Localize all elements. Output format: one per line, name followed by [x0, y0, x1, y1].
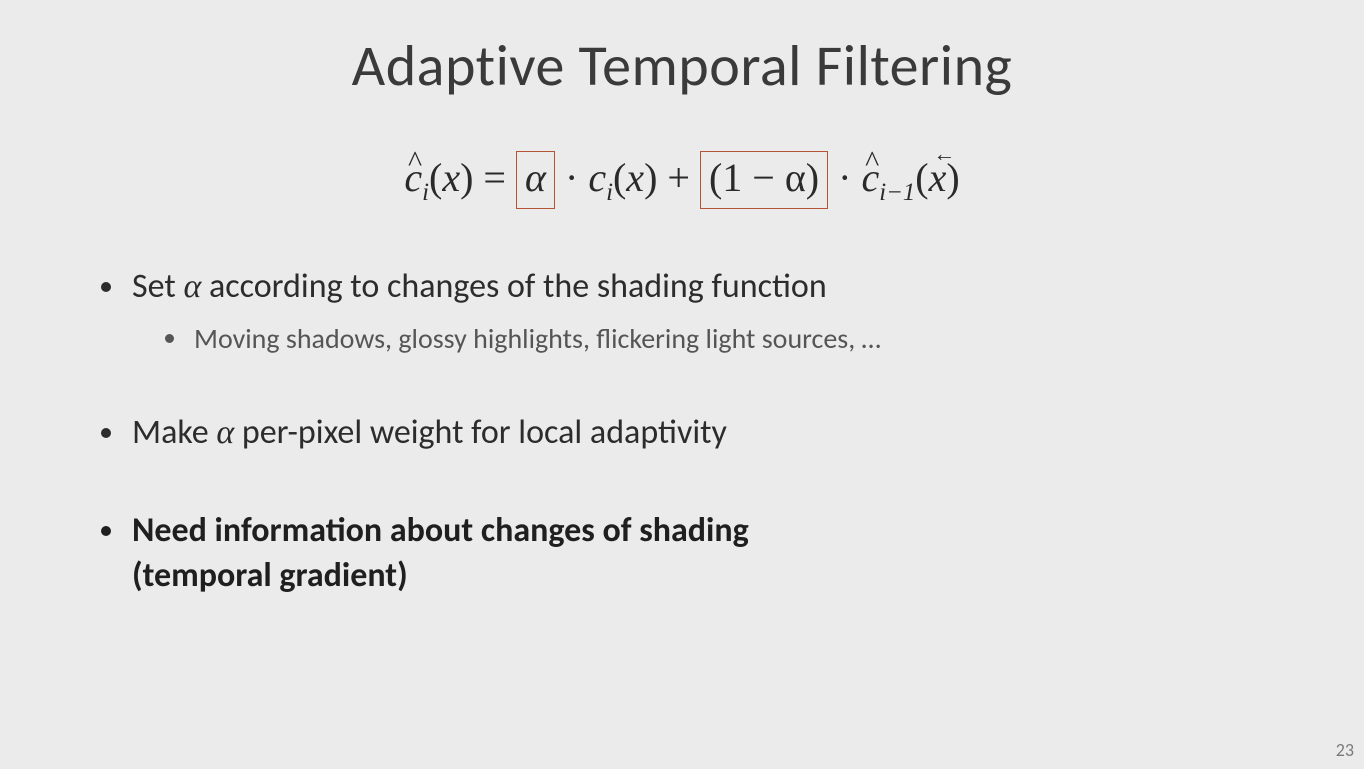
- bullet-2-post: per-pixel weight for local adaptivity: [234, 412, 727, 453]
- eq-equals: =: [483, 155, 516, 200]
- eq-plus: +: [667, 155, 700, 200]
- eq-c2-open: (: [915, 155, 928, 200]
- eq-one-minus-alpha: (1 − α): [709, 155, 819, 200]
- eq-c2-x: x: [929, 155, 947, 200]
- bullet-1: Set α according to changes of the shadin…: [128, 264, 1264, 358]
- eq-c1-x: x: [626, 155, 644, 200]
- eq-lhs-c: c: [404, 155, 422, 200]
- eq-lhs-close: ): [460, 155, 473, 200]
- equation: ci(x) = α · ci(x) + (1 − α) · ci−1(x): [100, 151, 1264, 209]
- slide-title: Adaptive Temporal Filtering: [100, 30, 1264, 101]
- eq-c1-close: ): [644, 155, 657, 200]
- eq-lhs-sub: i: [422, 179, 429, 206]
- bullet-1-sublist: Moving shadows, glossy highlights, flick…: [132, 320, 1264, 358]
- eq-alpha: α: [525, 155, 546, 200]
- bullet-list: Set α according to changes of the shadin…: [100, 264, 1264, 599]
- bullet-2-pre: Make: [132, 412, 216, 453]
- bullet-1-post: according to changes of the shading func…: [201, 266, 826, 307]
- eq-c2: c: [861, 155, 879, 200]
- eq-c2-sub: i−1: [879, 179, 915, 206]
- eq-c1-open: (: [613, 155, 626, 200]
- bullet-2: Make α per-pixel weight for local adapti…: [128, 410, 1264, 456]
- eq-c1-sub: i: [606, 179, 613, 206]
- bullet-3-line1: Need information about changes of shadin…: [132, 510, 749, 551]
- bullet-1-pre: Set: [132, 266, 183, 307]
- eq-one-minus-alpha-box: (1 − α): [700, 151, 828, 209]
- eq-lhs-x: x: [442, 155, 460, 200]
- bullet-2-alpha: α: [216, 414, 234, 451]
- bullet-3: Need information about changes of shadin…: [128, 508, 1264, 600]
- slide: Adaptive Temporal Filtering ci(x) = α · …: [0, 0, 1364, 769]
- eq-lhs-open: (: [429, 155, 442, 200]
- eq-dot1: ·: [565, 155, 588, 200]
- eq-dot2: ·: [838, 155, 861, 200]
- eq-alpha-box: α: [516, 151, 555, 209]
- bullet-3-line2: (temporal gradient): [132, 555, 408, 596]
- eq-c1: c: [588, 155, 606, 200]
- bullet-1-alpha: α: [183, 268, 201, 305]
- page-number: 23: [1336, 739, 1354, 761]
- bullet-1-sub: Moving shadows, glossy highlights, flick…: [190, 320, 1264, 358]
